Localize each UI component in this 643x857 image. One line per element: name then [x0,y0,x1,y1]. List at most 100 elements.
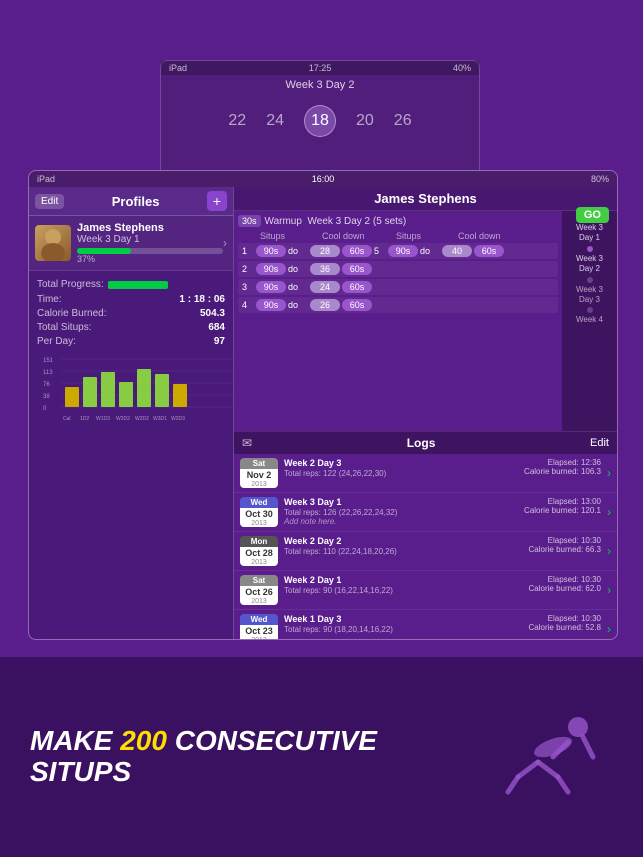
log-arrow-icon-3[interactable]: › [607,544,611,558]
workout-area: 30s Warmup Week 3 Day 2 (5 sets) Situps … [234,211,617,431]
log-right-1: Elapsed: 12:36 Calorie burned: 106.3 [524,458,601,476]
calorie-stat-row: Calorie Burned: 504.3 [37,308,225,319]
log-arrow-icon-5[interactable]: › [607,622,611,636]
logs-header: ✉ Logs Edit [234,431,617,454]
edit-button[interactable]: Edit [35,194,64,209]
profiles-header: Edit Profiles + [29,187,233,216]
svg-text:0: 0 [43,406,47,412]
week-num-22[interactable]: 22 [228,112,246,130]
day-dot-3 [587,277,593,283]
main-ipad-screen: iPad 16:00 80% Edit Profiles + [28,170,618,640]
reps-pill-1b: 90s [388,245,418,257]
week-num-18-active[interactable]: 18 [304,105,336,137]
situps-stat-row: Total Situps: 684 [37,322,225,333]
log-note-2[interactable]: Add note here. [284,517,518,526]
day-item-1[interactable]: Week 3Day 1 [576,223,603,244]
svg-text:W2D3: W2D3 [171,416,185,422]
go-button[interactable]: GO [576,207,609,223]
log-right-4: Elapsed: 10:30 Calorie burned: 62.0 [529,575,602,593]
do-label-1b: do [420,246,440,256]
svg-text:76: 76 [43,382,50,388]
workout-week-day: Week 3 Day 2 (5 sets) [308,216,407,227]
log-info-2: Week 3 Day 1 Total reps: 126 (22,26,22,2… [284,497,518,526]
total-progress-label: Total Progress: [37,279,104,290]
val-pill-1: 28 [310,245,340,257]
log-date-badge-2: Wed Oct 30 2013 [240,497,278,527]
log-year-1: 2013 [240,481,278,488]
time-pill-3: 60s [342,281,372,293]
log-right-2: Elapsed: 13:00 Calorie burned: 120.1 [524,497,601,515]
log-arrow-icon-1[interactable]: › [607,466,611,480]
log-arrow-icon-2[interactable]: › [607,505,611,519]
log-workout-5: Week 1 Day 3 [284,614,523,624]
col-cooldown-1: Cool down [322,231,382,241]
day-navigation: Week 3Day 1 Week 3Day 2 Week 3Day 3 Week… [562,211,617,431]
log-workout-1: Week 2 Day 3 [284,458,518,468]
promo-banner: MAKE 200 CONSECUTIVE SITUPS [0,657,643,857]
day-item-2[interactable]: Week 3Day 2 [576,254,603,275]
log-calorie-5: Calorie burned: 52.8 [529,623,602,632]
log-workout-3: Week 2 Day 2 [284,536,523,546]
log-day-4: Sat [240,575,278,586]
svg-text:113: 113 [43,370,53,376]
log-day-2: Wed [240,497,278,508]
profile-item[interactable]: James Stephens Week 3 Day 1 37% › [29,216,233,271]
log-workout-4: Week 2 Day 1 [284,575,523,585]
top-battery-label: 40% [453,63,471,73]
progress-label: 37% [77,254,223,264]
time-stat-row: Time: 1 : 18 : 06 [37,294,225,305]
col-situps-2: Situps [396,231,456,241]
log-item: Mon Oct 28 2013 Week 2 Day 2 Total reps:… [234,532,617,571]
log-item: Sat Oct 26 2013 Week 2 Day 1 Total reps:… [234,571,617,610]
warmup-badge: 30s [238,215,261,227]
log-reps-3: Total reps: 110 (22,24,18,20,26) [284,547,523,556]
log-elapsed-3: Elapsed: 10:30 [529,536,602,545]
day-item-4[interactable]: Week 4 [576,315,603,325]
promo-number: 200 [120,725,167,756]
val-pill-1b: 40 [442,245,472,257]
table-row: 3 90s do 24 60s [238,279,558,295]
week-num-20[interactable]: 20 [356,112,374,130]
add-profile-button[interactable]: + [207,191,227,211]
svg-text:151: 151 [43,358,54,364]
log-workout-2: Week 3 Day 1 [284,497,518,507]
log-item: Wed Oct 30 2013 Week 3 Day 1 Total reps:… [234,493,617,532]
log-item: Wed Oct 23 2013 Week 1 Day 3 Total reps:… [234,610,617,639]
profile-info: James Stephens Week 3 Day 1 37% [77,222,223,264]
main-time-label: 16:00 [312,174,335,184]
svg-text:W2D2: W2D2 [116,416,130,422]
log-info-3: Week 2 Day 2 Total reps: 110 (22,24,18,2… [284,536,523,556]
col-situps-1: Situps [260,231,320,241]
left-panel: Edit Profiles + James Stephens Week 3 Da… [29,187,234,639]
logs-edit-button[interactable]: Edit [590,437,609,449]
log-reps-5: Total reps: 90 (18,20,14,16,22) [284,625,523,634]
log-year-5: 2013 [240,637,278,639]
week-num-26[interactable]: 26 [394,112,412,130]
time-label: Time: [37,294,62,305]
log-year-4: 2013 [240,598,278,605]
profile-sub: Week 3 Day 1 [77,234,223,245]
stats-section: Total Progress: Time: 1 : 18 : 06 Calori… [29,271,233,639]
day-dot-4 [587,307,593,313]
do-label-2: do [288,264,308,274]
week-num-24[interactable]: 24 [266,112,284,130]
log-arrow-icon-4[interactable]: › [607,583,611,597]
log-date-1: Nov 2 [240,469,278,481]
svg-text:1D2: 1D2 [80,416,89,422]
log-year-3: 2013 [240,559,278,566]
log-day-3: Mon [240,536,278,547]
log-date-badge-3: Mon Oct 28 2013 [240,536,278,566]
time-pill-1: 60s [342,245,372,257]
log-item: Sat Nov 2 2013 Week 2 Day 3 Total reps: … [234,454,617,493]
day-item-3[interactable]: Week 3Day 3 [576,285,603,306]
log-right-5: Elapsed: 10:30 Calorie burned: 52.8 [529,614,602,632]
time-pill-1b: 60s [474,245,504,257]
log-reps-2: Total reps: 126 (22,26,22,24,32) [284,508,518,517]
workout-table: 30s Warmup Week 3 Day 2 (5 sets) Situps … [234,211,562,431]
situps-value: 684 [208,322,225,333]
profiles-title: Profiles [112,194,160,209]
log-date-badge-4: Sat Oct 26 2013 [240,575,278,605]
log-elapsed-5: Elapsed: 10:30 [529,614,602,623]
perday-label: Per Day: [37,336,76,347]
main-battery-label: 80% [591,174,609,184]
